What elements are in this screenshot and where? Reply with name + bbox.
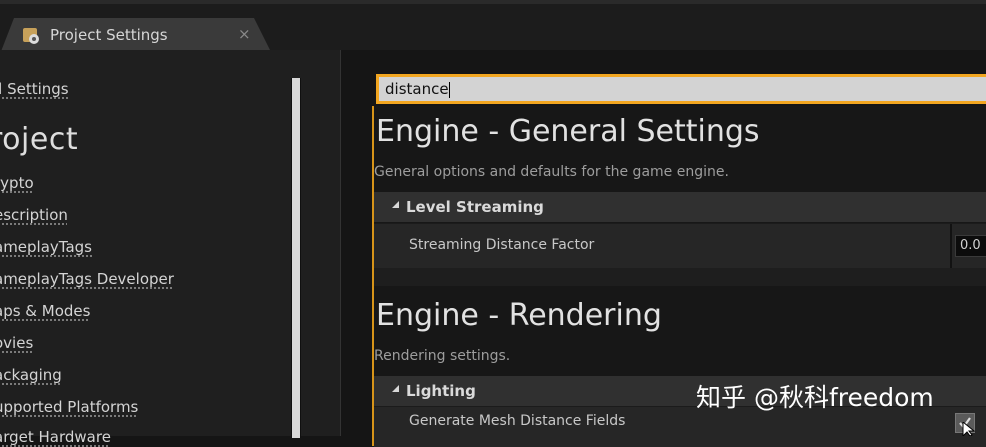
sidebar-item-supported-platforms[interactable]: upported Platforms: [0, 398, 138, 416]
sidebar-item-gameplaytags-developer[interactable]: ameplayTags Developer: [0, 270, 174, 288]
sidebar-item-packaging[interactable]: ackaging: [0, 366, 62, 384]
group-label: Lighting: [406, 382, 476, 400]
category-description-general-settings: General options and defaults for the gam…: [374, 164, 729, 180]
sidebar-item-crypto[interactable]: rypto: [0, 174, 34, 192]
category-description-rendering: Rendering settings.: [374, 348, 511, 364]
sidebar-item-description[interactable]: escription: [0, 206, 68, 224]
streaming-distance-factor-field[interactable]: 0.0: [955, 235, 986, 257]
settings-sidebar: ll Settings roject rypto escription amep…: [0, 50, 341, 446]
sidebar-item-movies[interactable]: ovies: [0, 334, 33, 352]
property-label: Streaming Distance Factor: [409, 237, 595, 253]
tab-project-settings[interactable]: Project Settings ×: [0, 18, 272, 54]
sidebar-item-maps-modes[interactable]: aps & Modes: [0, 302, 90, 320]
category-title-general-settings: Engine - General Settings: [376, 114, 760, 149]
category-title-rendering: Engine - Rendering: [376, 298, 662, 333]
close-icon[interactable]: ×: [238, 25, 251, 43]
collapse-arrow-icon: [392, 201, 399, 208]
collapse-arrow-icon: [392, 385, 399, 392]
group-header-level-streaming[interactable]: Level Streaming: [374, 192, 986, 222]
property-row-streaming-distance-factor: Streaming Distance Factor 0.0: [374, 223, 986, 268]
text-caret: [448, 81, 450, 98]
tab-title: Project Settings: [50, 26, 168, 44]
group-label: Level Streaming: [406, 198, 544, 216]
sidebar-item-all-settings[interactable]: ll Settings: [0, 80, 69, 98]
property-label: Generate Mesh Distance Fields: [409, 413, 626, 429]
sidebar-scrollbar-thumb[interactable]: [292, 78, 300, 438]
sidebar-item-target-hardware[interactable]: arget Hardware: [0, 428, 111, 446]
sidebar-section-project: roject: [0, 122, 79, 157]
sidebar-item-gameplaytags[interactable]: ameplayTags: [0, 238, 92, 256]
watermark-text: 知乎 @秋科freedom: [696, 383, 934, 412]
title-bar: Project Settings ×: [0, 0, 986, 54]
column-divider[interactable]: [950, 224, 952, 268]
mouse-cursor-icon: [962, 422, 976, 436]
search-input[interactable]: distance: [376, 74, 986, 104]
section-spacer: [374, 268, 986, 286]
search-input-value: distance: [385, 80, 449, 98]
settings-gear-icon: [22, 27, 40, 45]
